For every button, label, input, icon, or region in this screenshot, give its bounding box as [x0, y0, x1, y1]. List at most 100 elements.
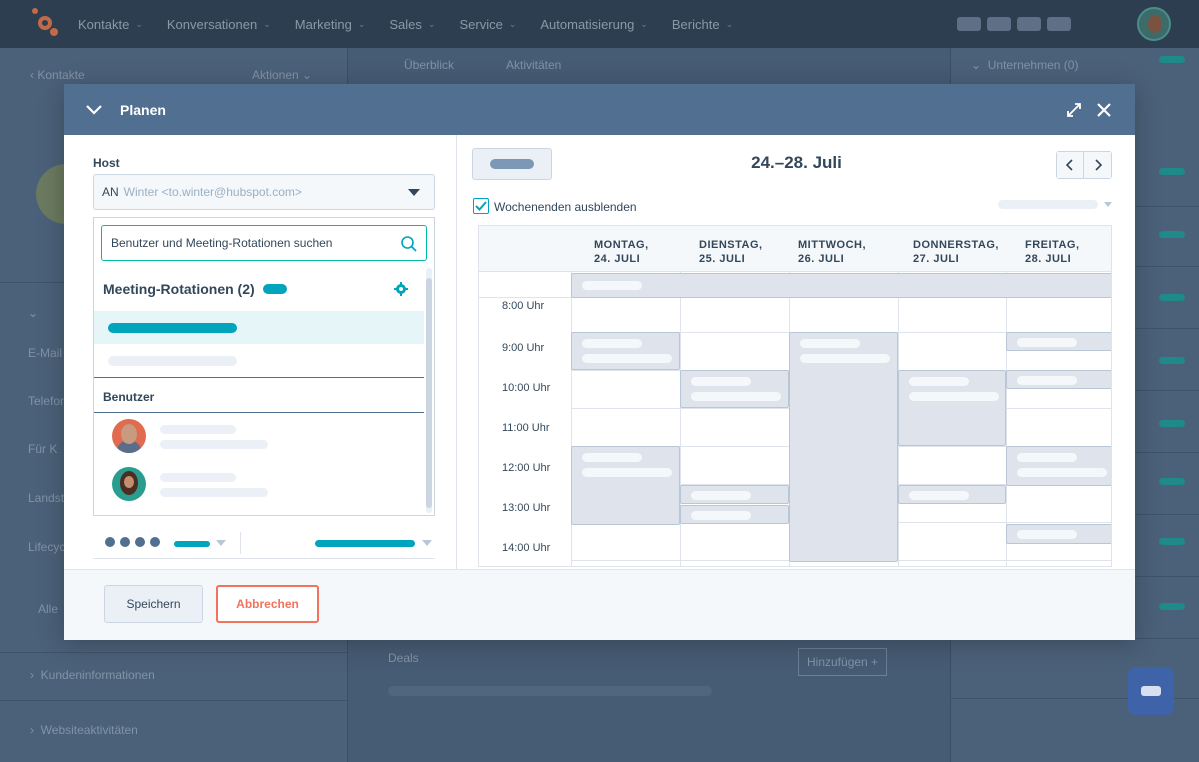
tab-overview[interactable]: Überblick — [404, 58, 454, 72]
calendar-event[interactable] — [1006, 446, 1111, 486]
calendar-event[interactable] — [1006, 370, 1111, 389]
teal-indicator — [1159, 357, 1185, 364]
save-button[interactable]: Speichern — [104, 585, 203, 623]
host-select[interactable]: AN Winter <to.winter@hubspot.com> — [93, 174, 435, 210]
nav-item-sales[interactable]: Sales ⌄ — [389, 17, 435, 32]
duration-select[interactable] — [174, 541, 210, 547]
nav-item-conversations[interactable]: Konversationen ⌄ — [167, 17, 271, 32]
day-date: 25. JULI — [699, 253, 746, 265]
week-calendar: MONTAG, 24. JULI DIENSTAG, 25. JULI MITTWO… — [478, 225, 1112, 567]
cancel-button[interactable]: Abbrechen — [216, 585, 319, 623]
calendar-event[interactable] — [789, 332, 898, 562]
hubspot-logo-icon[interactable] — [28, 6, 64, 42]
chat-launcher-button[interactable] — [1128, 667, 1174, 715]
scrollbar[interactable] — [426, 268, 432, 513]
time-label: 8:00 Uhr — [502, 300, 545, 312]
time-label: 12:00 Uhr — [502, 462, 551, 474]
calendar-event[interactable] — [571, 273, 1111, 298]
teal-indicator — [1159, 420, 1185, 427]
divider — [240, 532, 241, 554]
calendar-event[interactable] — [898, 370, 1006, 446]
back-link[interactable]: ‹ Kontakte — [30, 68, 85, 82]
checkmark-icon — [475, 201, 487, 211]
placeholder-bar — [388, 686, 712, 696]
day-header-thursday: DONNERSTAG, 27. JULI — [913, 238, 999, 266]
nav-item-service[interactable]: Service ⌄ — [459, 17, 516, 32]
nav-item-automation[interactable]: Automatisierung ⌄ — [540, 17, 648, 32]
day-date: 28. JULI — [1025, 253, 1072, 265]
collapse-chevron-icon[interactable] — [86, 104, 104, 115]
placeholder-bar — [108, 356, 237, 366]
calendar-event[interactable] — [680, 505, 789, 524]
nav-item-contacts[interactable]: Kontakte ⌄ — [78, 17, 143, 32]
back-link-label: Kontakte — [37, 68, 85, 82]
teal-indicator — [1159, 294, 1185, 301]
next-week-button[interactable] — [1084, 152, 1111, 178]
rotations-header: Meeting-Rotationen (2) — [103, 281, 287, 297]
calendar-event[interactable] — [1006, 524, 1111, 544]
close-icon[interactable] — [1095, 101, 1113, 119]
user-item[interactable] — [112, 467, 412, 501]
section-toggle[interactable]: ⌄ — [28, 306, 38, 320]
scrollbar-thumb[interactable] — [426, 278, 432, 508]
calendar-event[interactable] — [680, 485, 789, 504]
hide-weekends-label: Wochenenden ausblenden — [494, 200, 637, 214]
all-properties-link[interactable]: Alle — [38, 602, 58, 616]
teal-indicator — [1159, 168, 1185, 175]
timezone-select[interactable] — [998, 200, 1098, 209]
caret-down-icon — [422, 540, 432, 546]
calendar-event[interactable] — [1006, 332, 1111, 351]
day-header-tuesday: DIENSTAG, 25. JULI — [699, 238, 763, 266]
chevron-down-icon: ⌄ — [725, 18, 734, 29]
field-for: Für K — [28, 442, 58, 456]
chevron-left-icon — [1066, 159, 1073, 171]
nav-utility-button[interactable] — [987, 17, 1011, 31]
rotation-item-selected[interactable] — [94, 311, 424, 344]
nav-item-marketing[interactable]: Marketing ⌄ — [295, 17, 366, 32]
hide-weekends-checkbox[interactable] — [473, 198, 489, 214]
caret-down-icon — [216, 540, 226, 546]
host-pane: Host AN Winter <to.winter@hubspot.com> M… — [64, 135, 457, 569]
meeting-type-select[interactable] — [315, 540, 415, 547]
calendar-event[interactable] — [680, 370, 789, 408]
pagination-dots[interactable] — [105, 537, 160, 547]
search-field[interactable] — [101, 225, 427, 261]
nav-utility-button[interactable] — [957, 17, 981, 31]
user-item[interactable] — [112, 419, 412, 453]
section-label: Unternehmen (0) — [987, 58, 1079, 72]
date-range-title: 24.–28. Juli — [751, 153, 842, 172]
chevron-right-icon — [1094, 159, 1102, 171]
host-initials: AN — [102, 185, 119, 199]
teal-indicator — [1159, 231, 1185, 238]
user-avatar[interactable] — [1137, 7, 1171, 41]
divider — [94, 377, 424, 378]
calendar-event[interactable] — [898, 485, 1006, 504]
nav-utility-button[interactable] — [1017, 17, 1041, 31]
search-input[interactable] — [111, 236, 391, 250]
gear-icon[interactable] — [394, 282, 408, 296]
rotations-badge — [262, 284, 287, 294]
placeholder-bar — [160, 473, 236, 482]
search-icon[interactable] — [400, 235, 418, 253]
section-website-activity[interactable]: › Websiteaktivitäten — [30, 723, 138, 737]
previous-week-button[interactable] — [1057, 152, 1085, 178]
nav-utility-button[interactable] — [1047, 17, 1071, 31]
chevron-down-icon: ⌄ — [263, 18, 271, 29]
section-companies[interactable]: ⌄ Unternehmen (0) — [971, 58, 1078, 72]
chevron-down-icon: ⌄ — [135, 18, 143, 29]
section-customer-info[interactable]: › Kundeninformationen — [30, 668, 155, 682]
day-name: DIENSTAG, — [699, 239, 763, 251]
tab-activities[interactable]: Aktivitäten — [506, 58, 561, 72]
day-header-monday: MONTAG, 24. JULI — [594, 238, 649, 266]
nav-item-reports[interactable]: Berichte ⌄ — [672, 17, 733, 32]
calendar-event[interactable] — [571, 332, 680, 370]
time-label: 10:00 Uhr — [502, 382, 551, 394]
expand-icon[interactable] — [1065, 101, 1083, 119]
day-header-friday: FREITAG, 28. JULI — [1025, 238, 1080, 266]
modal-title: Planen — [120, 101, 166, 118]
add-deal-button[interactable]: Hinzufügen + — [798, 648, 888, 676]
field-email: E-Mail — [28, 346, 63, 360]
time-label: 14:00 Uhr — [502, 542, 551, 554]
calendar-event[interactable] — [571, 446, 680, 525]
actions-menu[interactable]: Aktionen ⌄ — [252, 68, 312, 82]
